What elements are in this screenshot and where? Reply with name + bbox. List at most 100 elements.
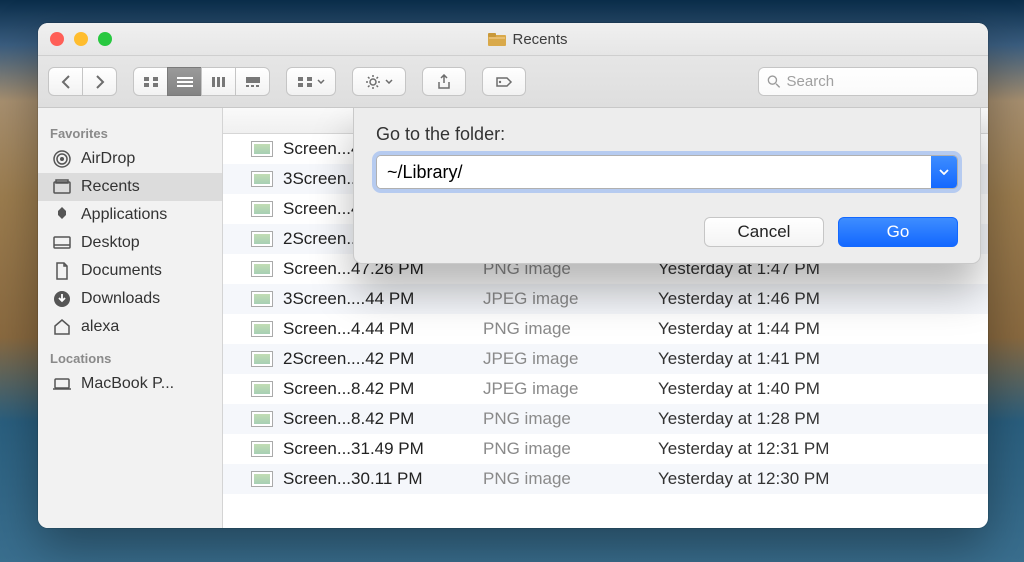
minimize-window-button[interactable] [74, 32, 88, 46]
laptop-icon [52, 374, 72, 394]
sidebar-item-airdrop[interactable]: AirDrop [38, 145, 222, 173]
sidebar-item-recents[interactable]: Recents [38, 173, 222, 201]
file-thumbnail-icon [251, 201, 273, 217]
chevron-left-icon [60, 75, 72, 89]
file-name: Screen...30.11 PM [283, 469, 483, 489]
file-row[interactable]: Screen...31.49 PMPNG imageYesterday at 1… [223, 434, 988, 464]
file-thumbnail-icon [251, 231, 273, 247]
zoom-window-button[interactable] [98, 32, 112, 46]
folder-path-combo [376, 155, 958, 189]
toolbar [38, 56, 988, 108]
file-modified: Yesterday at 12:30 PM [658, 469, 988, 489]
sidebar-item-label: Recents [81, 178, 140, 196]
file-thumbnail-icon [251, 321, 273, 337]
file-name: Screen...4.44 PM [283, 319, 483, 339]
file-row[interactable]: 3Screen....44 PMJPEG imageYesterday at 1… [223, 284, 988, 314]
sidebar-item-downloads[interactable]: Downloads [38, 285, 222, 313]
tag-icon [495, 75, 513, 89]
file-kind: PNG image [483, 439, 658, 459]
file-modified: Yesterday at 1:41 PM [658, 349, 988, 369]
sidebar-item-desktop[interactable]: Desktop [38, 229, 222, 257]
tags-button[interactable] [482, 67, 526, 96]
file-thumbnail-icon [251, 171, 273, 187]
sidebar-item-label: Downloads [81, 290, 160, 308]
share-button[interactable] [422, 67, 466, 96]
sidebar-item-label: Documents [81, 262, 162, 280]
search-field[interactable] [758, 67, 978, 96]
sidebar-item-label: Applications [81, 206, 167, 224]
file-kind: PNG image [483, 409, 658, 429]
file-thumbnail-icon [251, 381, 273, 397]
folder-path-input[interactable] [377, 156, 931, 188]
gallery-view-icon [245, 76, 261, 88]
file-modified: Yesterday at 12:31 PM [658, 439, 988, 459]
sidebar-item-home[interactable]: alexa [38, 313, 222, 341]
file-thumbnail-icon [251, 291, 273, 307]
sidebar-item-label: Desktop [81, 234, 140, 252]
nav-buttons [48, 67, 117, 96]
sidebar-item-documents[interactable]: Documents [38, 257, 222, 285]
forward-button[interactable] [82, 67, 117, 96]
file-name: Screen...8.42 PM [283, 409, 483, 429]
group-icon [297, 76, 313, 88]
window-title: Recents [512, 31, 567, 48]
chevron-down-icon [317, 79, 325, 84]
window-controls [50, 32, 112, 46]
file-row[interactable]: Screen...4.44 PMPNG imageYesterday at 1:… [223, 314, 988, 344]
recents-icon [52, 177, 72, 197]
window-body: Favorites AirDrop Recents Applications D… [38, 108, 988, 528]
file-thumbnail-icon [251, 351, 273, 367]
column-view-button[interactable] [201, 67, 236, 96]
file-row[interactable]: Screen...8.42 PMJPEG imageYesterday at 1… [223, 374, 988, 404]
list-view-icon [177, 76, 193, 88]
folder-path-dropdown-button[interactable] [931, 156, 957, 188]
view-switcher [133, 67, 270, 96]
file-kind: PNG image [483, 319, 658, 339]
go-to-folder-dialog: Go to the folder: Cancel Go [353, 108, 981, 264]
file-name: 3Screen....44 PM [283, 289, 483, 309]
share-icon [437, 74, 451, 90]
file-name: 2Screen....42 PM [283, 349, 483, 369]
icon-view-button[interactable] [133, 67, 168, 96]
close-window-button[interactable] [50, 32, 64, 46]
action-menu-button[interactable] [352, 67, 406, 96]
list-view-button[interactable] [167, 67, 202, 96]
cancel-button[interactable]: Cancel [704, 217, 824, 247]
file-modified: Yesterday at 1:46 PM [658, 289, 988, 309]
file-modified: Yesterday at 1:44 PM [658, 319, 988, 339]
search-input[interactable] [787, 73, 969, 90]
sidebar-item-macbook[interactable]: MacBook P... [38, 370, 222, 398]
file-thumbnail-icon [251, 441, 273, 457]
file-list: Screen...47.26 PMPNG imagePM3Screen....4… [223, 108, 988, 528]
chevron-down-icon [939, 169, 949, 175]
file-thumbnail-icon [251, 471, 273, 487]
file-row[interactable]: Screen...30.11 PMPNG imageYesterday at 1… [223, 464, 988, 494]
sidebar-item-label: alexa [81, 318, 119, 336]
file-kind: PNG image [483, 469, 658, 489]
gallery-view-button[interactable] [235, 67, 270, 96]
home-icon [52, 317, 72, 337]
icon-view-icon [143, 76, 159, 88]
gear-icon [365, 74, 381, 90]
downloads-icon [52, 289, 72, 309]
sidebar: Favorites AirDrop Recents Applications D… [38, 108, 223, 528]
file-kind: JPEG image [483, 349, 658, 369]
sidebar-item-label: AirDrop [81, 150, 135, 168]
documents-icon [52, 261, 72, 281]
file-modified: Yesterday at 1:40 PM [658, 379, 988, 399]
finder-window: Recents [38, 23, 988, 528]
group-by-button[interactable] [286, 67, 336, 96]
back-button[interactable] [48, 67, 83, 96]
file-row[interactable]: 2Screen....42 PMJPEG imageYesterday at 1… [223, 344, 988, 374]
desktop-icon [52, 233, 72, 253]
dialog-prompt: Go to the folder: [376, 124, 958, 145]
search-icon [767, 74, 781, 89]
sidebar-item-applications[interactable]: Applications [38, 201, 222, 229]
file-kind: JPEG image [483, 289, 658, 309]
airdrop-icon [52, 149, 72, 169]
title-folder-icon [488, 32, 506, 46]
go-button[interactable]: Go [838, 217, 958, 247]
titlebar: Recents [38, 23, 988, 56]
file-name: Screen...8.42 PM [283, 379, 483, 399]
file-row[interactable]: Screen...8.42 PMPNG imageYesterday at 1:… [223, 404, 988, 434]
